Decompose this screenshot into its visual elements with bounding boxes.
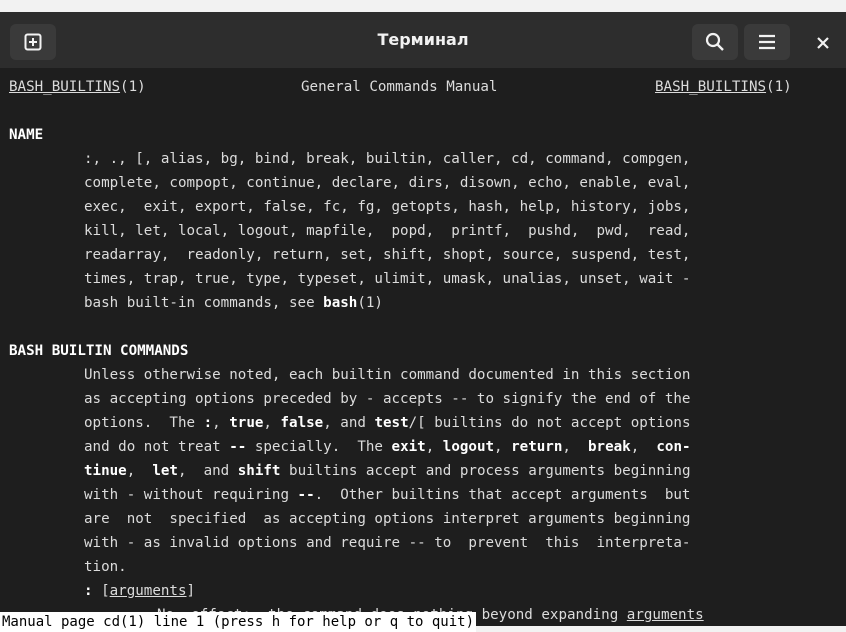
text-run: , and — [323, 415, 375, 431]
builtins-line: with - without requiring --. Other built… — [84, 483, 690, 507]
cmd-logout: logout — [442, 439, 495, 455]
cmd-true: true — [229, 415, 264, 431]
cmd-break: break — [588, 439, 631, 455]
text-run: . Other builtins that accept arguments b… — [314, 487, 691, 503]
text-run: , — [562, 439, 589, 455]
builtins-line: with - as invalid options and require --… — [84, 535, 691, 551]
header-right-section: (1) — [766, 79, 792, 95]
builtins-line: Unless otherwise noted, each builtin com… — [84, 367, 691, 383]
close-icon — [817, 34, 829, 53]
builtins-line: tinue, let, and shift builtins accept an… — [84, 459, 690, 483]
hamburger-menu-icon — [758, 34, 776, 50]
text-run: ] — [186, 583, 196, 599]
arguments-param: arguments — [626, 607, 704, 623]
name-line: exec, exit, export, false, fc, fg, getop… — [84, 199, 691, 215]
man-header-left: BASH_BUILTINS(1) — [9, 75, 146, 99]
cmd-colon: : — [84, 583, 93, 599]
cmd-continue-part2: tinue — [84, 463, 127, 479]
header-left-section: (1) — [120, 79, 146, 95]
cmd-shift: shift — [237, 463, 281, 479]
double-dash: -- — [297, 487, 315, 503]
name-line: times, trap, true, type, typeset, ulimit… — [84, 271, 691, 287]
name-line: :, ., [, alias, bg, bind, break, builtin… — [84, 151, 691, 167]
cmd-return: return — [511, 439, 563, 455]
menu-button[interactable] — [744, 24, 790, 60]
man-header-right: BASH_BUILTINS(1) — [655, 75, 792, 99]
builtins-line: tion. — [84, 559, 127, 575]
builtins-line: as accepting options preceded by - accep… — [84, 391, 691, 407]
text-run: with - without requiring — [84, 487, 298, 503]
text-run: /[ builtins do not accept options — [408, 415, 691, 431]
pager-status-line: Manual page cd(1) line 1 (press h for he… — [0, 612, 477, 632]
name-last-suffix: (1) — [357, 295, 383, 311]
name-last-prefix: bash built-in commands, see — [84, 295, 324, 311]
colon-builtin-synopsis: : [arguments] — [84, 579, 195, 603]
text-run: [ — [92, 583, 110, 599]
text-run: specially. The — [246, 439, 392, 455]
text-run: , — [425, 439, 443, 455]
name-line: readarray, readonly, return, set, shift,… — [84, 247, 691, 263]
name-line: bash built-in commands, see bash(1) — [84, 291, 383, 315]
text-run: , and — [177, 463, 238, 479]
builtins-heading: BASH BUILTIN COMMANDS — [9, 343, 189, 359]
text-run: and do not treat — [84, 439, 230, 455]
screen-top-strip — [0, 0, 846, 12]
name-heading: NAME — [9, 127, 44, 143]
text-run: options. The — [84, 415, 204, 431]
close-button[interactable] — [810, 30, 836, 56]
terminal-content[interactable]: BASH_BUILTINS(1) General Commands Manual… — [9, 75, 839, 625]
man-header-center: General Commands Manual — [301, 79, 498, 95]
text-run: builtins accept and process arguments be… — [280, 463, 691, 479]
cmd-colon: : — [203, 415, 213, 431]
builtins-line: are not specified as accepting options i… — [84, 511, 691, 527]
builtins-line: and do not treat -- specially. The exit,… — [84, 435, 691, 459]
text-run: , — [212, 415, 230, 431]
header-right-name: BASH_BUILTINS — [655, 79, 767, 95]
arguments-param: arguments — [109, 583, 187, 599]
header-left-name: BASH_BUILTINS — [9, 79, 121, 95]
text-run: , — [494, 439, 512, 455]
cmd-continue-part1: con- — [656, 439, 691, 455]
search-icon — [705, 32, 725, 52]
text-run: , — [630, 439, 657, 455]
name-line: complete, compopt, continue, declare, di… — [84, 175, 691, 191]
bash-ref: bash — [323, 295, 358, 311]
cmd-false: false — [280, 415, 324, 431]
builtins-line: options. The :, true, false, and test/[ … — [84, 411, 691, 435]
text-run: , — [126, 463, 153, 479]
cmd-test: test — [374, 415, 409, 431]
cmd-exit: exit — [391, 439, 426, 455]
name-line: kill, let, local, logout, mapfile, popd,… — [84, 223, 691, 239]
search-button[interactable] — [692, 24, 738, 60]
cmd-let: let — [152, 463, 178, 479]
text-run: , — [263, 415, 281, 431]
header-bar: Терминал — [0, 12, 846, 68]
double-dash: -- — [229, 439, 247, 455]
